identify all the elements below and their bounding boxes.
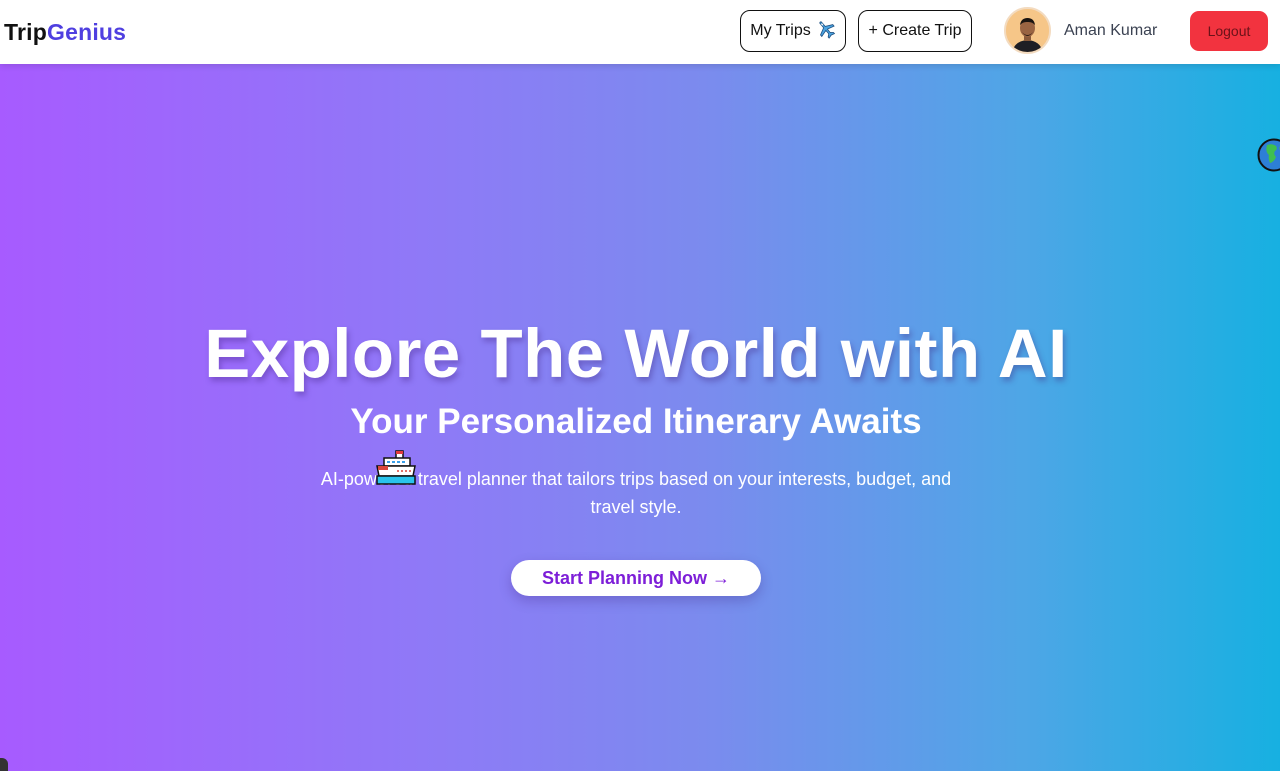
avatar[interactable] [1004, 7, 1051, 54]
corner-widget [0, 758, 8, 771]
start-planning-button[interactable]: Start Planning Now → [511, 560, 761, 596]
logout-button[interactable]: Logout [1190, 11, 1268, 51]
hero-section: Explore The World with AI Your Personali… [0, 64, 1280, 771]
brand-logo[interactable]: TripGenius [4, 17, 126, 47]
hero-title: Explore The World with AI [204, 315, 1068, 392]
brand-part-genius: Genius [46, 19, 127, 45]
brand-part-trip: Trip [4, 19, 47, 45]
airplane-icon [816, 19, 836, 44]
ship-icon [376, 450, 416, 486]
create-trip-label: + Create Trip [868, 22, 962, 39]
hero-subtitle: Your Personalized Itinerary Awaits [350, 402, 922, 441]
my-trips-label: My Trips [750, 22, 811, 39]
globe-icon [1257, 138, 1280, 172]
my-trips-button[interactable]: My Trips [740, 10, 846, 52]
top-navbar: TripGenius My Trips + Create Trip Aman K… [0, 0, 1280, 64]
create-trip-button[interactable]: + Create Trip [858, 10, 972, 52]
user-name: Aman Kumar [1064, 22, 1158, 39]
